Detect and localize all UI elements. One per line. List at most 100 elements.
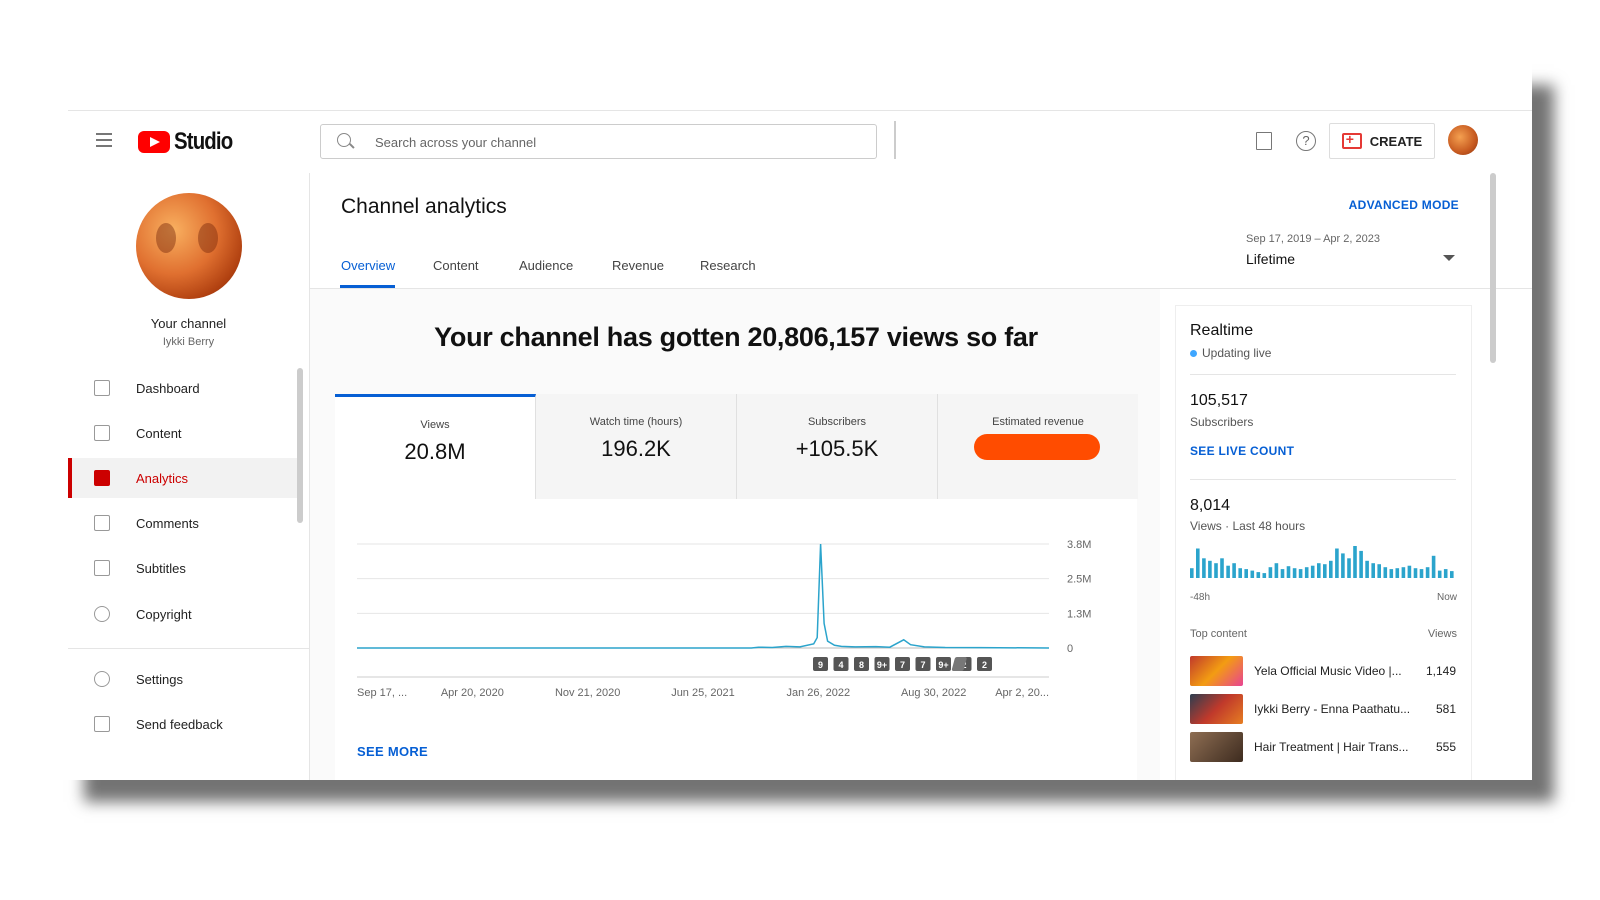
sidebar-item-subtitles[interactable]: Subtitles bbox=[68, 548, 298, 588]
realtime-bar bbox=[1256, 572, 1261, 578]
metric-card-subscribers[interactable]: Subscribers +105.5K bbox=[737, 394, 938, 499]
create-button[interactable]: CREATE bbox=[1329, 123, 1435, 159]
sidebar-item-content[interactable]: Content bbox=[68, 413, 298, 453]
sidebar-item-send-feedback[interactable]: Send feedback bbox=[68, 704, 298, 744]
realtime-bar bbox=[1443, 569, 1448, 578]
realtime-status-text: Updating live bbox=[1202, 346, 1272, 360]
main-scrollbar[interactable] bbox=[1490, 173, 1496, 363]
realtime-bar bbox=[1323, 564, 1327, 578]
realtime-bar-chart[interactable] bbox=[1190, 546, 1456, 586]
top-content-label: Top content bbox=[1190, 628, 1247, 640]
sidebar-item-copyright[interactable]: Copyright bbox=[68, 594, 298, 634]
search-input[interactable] bbox=[373, 131, 857, 153]
sidebar-item-label: Settings bbox=[136, 671, 183, 687]
hamburger-menu-icon[interactable] bbox=[96, 133, 112, 147]
live-dot-icon bbox=[1190, 350, 1197, 358]
realtime-bar bbox=[1329, 560, 1333, 578]
sidebar-item-label: Analytics bbox=[136, 470, 189, 486]
date-period-select[interactable]: Lifetime bbox=[1246, 251, 1295, 267]
realtime-bar bbox=[1341, 553, 1345, 578]
realtime-bar bbox=[1317, 563, 1321, 578]
see-more-link[interactable]: SEE MORE bbox=[357, 744, 428, 759]
realtime-bar bbox=[1371, 563, 1375, 578]
tab-content[interactable]: Content bbox=[433, 258, 479, 273]
sidebar-item-settings[interactable]: Settings bbox=[68, 659, 298, 699]
realtime-bar bbox=[1310, 565, 1315, 578]
realtime-bar bbox=[1274, 563, 1279, 578]
realtime-bar bbox=[1401, 567, 1406, 578]
top-content-views-label: Views bbox=[1427, 628, 1457, 640]
views-series-line bbox=[357, 543, 1050, 649]
sidebar-scrollbar[interactable] bbox=[297, 368, 303, 523]
y-tick-label: 2.5M bbox=[1067, 574, 1091, 586]
advanced-mode-link[interactable]: ADVANCED MODE bbox=[1349, 198, 1459, 212]
logo-text: Studio bbox=[174, 128, 233, 155]
views-line-chart[interactable]: 3.8M 2.5M 1.3M 0 Sep 17, ... Apr 20, 2020 Nov … bbox=[335, 499, 1137, 739]
y-tick-label: 3.8M bbox=[1067, 539, 1091, 551]
channel-avatar[interactable] bbox=[136, 193, 242, 299]
account-avatar[interactable] bbox=[1448, 125, 1478, 155]
channel-name: Iykki Berry bbox=[162, 336, 215, 348]
list-item[interactable]: Hair Treatment | Hair Trans... 555 bbox=[1190, 732, 1456, 762]
metric-label: Estimated revenue bbox=[992, 416, 1084, 428]
sidebar-item-label: Content bbox=[136, 425, 182, 441]
redacted-revenue-mark bbox=[974, 434, 1100, 460]
channel-title: Your channel bbox=[150, 316, 227, 331]
video-views: 1,149 bbox=[1425, 664, 1456, 678]
realtime-bar bbox=[1268, 567, 1273, 578]
realtime-bar bbox=[1232, 563, 1236, 578]
realtime-bar bbox=[1395, 568, 1400, 578]
realtime-views-value: 8,014 bbox=[1190, 497, 1231, 514]
metric-card-views[interactable]: Views 20.8M bbox=[335, 394, 536, 502]
tab-overview[interactable]: Overview bbox=[341, 258, 395, 273]
see-live-count-link[interactable]: SEE LIVE COUNT bbox=[1190, 444, 1294, 458]
sidebar-item-analytics[interactable]: Analytics bbox=[68, 458, 298, 498]
tab-revenue[interactable]: Revenue bbox=[612, 258, 664, 273]
realtime-bar bbox=[1431, 555, 1436, 578]
list-item[interactable]: Iykki Berry - Enna Paathatu... 581 bbox=[1190, 694, 1456, 724]
annotation-label: 7 bbox=[900, 660, 905, 670]
realtime-bar bbox=[1214, 563, 1218, 578]
y-tick-label: 1.3M bbox=[1067, 608, 1091, 620]
chevron-down-icon[interactable] bbox=[1443, 255, 1455, 261]
metric-card-revenue[interactable]: Estimated revenue bbox=[938, 394, 1138, 499]
metric-value: 196.2K bbox=[601, 436, 671, 461]
realtime-bar bbox=[1196, 548, 1200, 578]
messages-icon[interactable] bbox=[1256, 132, 1272, 150]
list-item[interactable]: Yela Official Music Video |... 1,149 bbox=[1190, 656, 1456, 686]
realtime-bar bbox=[1413, 568, 1418, 578]
realtime-bar bbox=[1407, 565, 1412, 578]
views-headline: Your channel has gotten 20,806,157 views… bbox=[434, 322, 1038, 352]
overview-panel: Your channel has gotten 20,806,157 views… bbox=[310, 289, 1160, 780]
video-thumbnail bbox=[1190, 694, 1243, 724]
tab-research[interactable]: Research bbox=[700, 258, 756, 273]
realtime-bar bbox=[1347, 558, 1351, 578]
gear-icon bbox=[94, 671, 110, 687]
x-tick-label: Nov 21, 2020 bbox=[555, 687, 620, 699]
realtime-card: Realtime Updating live 105,517 Subscribe… bbox=[1175, 305, 1472, 780]
realtime-divider bbox=[1190, 479, 1456, 480]
sidebar-item-label: Copyright bbox=[136, 606, 192, 622]
help-icon[interactable]: ? bbox=[1296, 131, 1316, 151]
sidebar-item-dashboard[interactable]: Dashboard bbox=[68, 368, 298, 408]
metric-card-watch-time[interactable]: Watch time (hours) 196.2K bbox=[536, 394, 737, 499]
video-views: 555 bbox=[1435, 740, 1456, 754]
tab-audience[interactable]: Audience bbox=[519, 258, 573, 273]
realtime-bar bbox=[1437, 570, 1442, 578]
y-tick-label: 0 bbox=[1067, 643, 1073, 655]
realtime-axis-start: -48h bbox=[1190, 592, 1211, 603]
video-views: 581 bbox=[1435, 702, 1456, 716]
search-box[interactable] bbox=[320, 124, 877, 159]
metric-label: Subscribers bbox=[807, 416, 867, 428]
main-content: Channel analytics ADVANCED MODE Sep 17, … bbox=[310, 173, 1532, 780]
realtime-bar bbox=[1377, 564, 1381, 578]
realtime-subscribers-label: Subscribers bbox=[1190, 415, 1254, 429]
realtime-bar bbox=[1208, 560, 1212, 578]
studio-logo[interactable]: Studio bbox=[138, 126, 243, 158]
date-range: Sep 17, 2019 – Apr 2, 2023 bbox=[1246, 233, 1380, 245]
sidebar-item-comments[interactable]: Comments bbox=[68, 503, 298, 543]
metric-value: 20.8M bbox=[404, 439, 466, 464]
video-thumbnail bbox=[1190, 656, 1243, 686]
metric-cards: Views 20.8M Watch time (hours) 196.2K Su… bbox=[335, 394, 1138, 502]
copyright-icon bbox=[94, 606, 110, 622]
